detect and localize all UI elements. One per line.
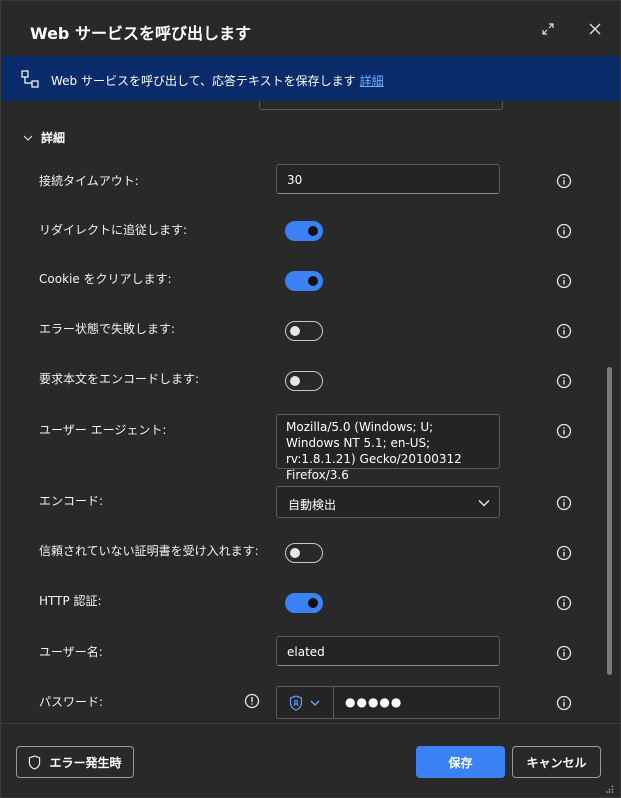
encoding-dropdown[interactable]: 自動検出 (276, 486, 500, 518)
password-label: パスワード: (39, 695, 104, 709)
cancel-button[interactable]: キャンセル (512, 746, 601, 778)
info-icon[interactable] (556, 173, 572, 189)
info-icon[interactable] (556, 273, 572, 289)
encoding-label: エンコード: (39, 494, 104, 508)
parameters-panel: 詳細 接続タイムアウト: 30 リダイレクトに追従します: Cookie をクリ… (1, 101, 620, 723)
chevron-down-icon (23, 135, 33, 141)
encode-body-toggle[interactable] (285, 371, 323, 391)
password-input[interactable]: ●●●●● (345, 695, 402, 709)
dialog-title: Web サービスを呼び出します (30, 24, 251, 43)
resize-grip-icon[interactable] (606, 785, 614, 793)
close-button[interactable] (581, 15, 609, 43)
clear-cookies-label: Cookie をクリアします: (39, 272, 172, 286)
expand-button[interactable] (534, 15, 562, 43)
toggle-knob (290, 376, 300, 386)
dialog-footer: エラー発生時 保存 キャンセル (1, 723, 620, 798)
info-icon[interactable] (556, 323, 572, 339)
scrollbar[interactable] (607, 367, 612, 675)
timeout-label: 接続タイムアウト: (39, 174, 139, 188)
info-icon[interactable] (556, 645, 572, 661)
info-icon[interactable] (556, 695, 572, 711)
shield-icon (29, 754, 41, 770)
info-icon[interactable] (556, 423, 572, 439)
user-agent-label: ユーザー エージェント: (39, 423, 167, 437)
section-label: 詳細 (41, 131, 66, 145)
info-icon[interactable] (556, 595, 572, 611)
encoding-value: 自動検出 (288, 498, 337, 512)
banner-text: Web サービスを呼び出して、応答テキストを保存します 詳細 (51, 74, 384, 88)
fail-on-error-toggle[interactable] (285, 321, 323, 341)
info-icon[interactable] (556, 545, 572, 561)
save-button[interactable]: 保存 (416, 746, 505, 778)
dialog: Web サービスを呼び出します Web サービスを呼び出して、応答テキストを保存… (0, 0, 621, 798)
title-bar: Web サービスを呼び出します (1, 1, 620, 56)
shield-icon (289, 694, 303, 711)
toggle-knob (290, 548, 300, 558)
learn-more-link[interactable]: 詳細 (360, 74, 384, 88)
info-icon[interactable] (556, 373, 572, 389)
info-icon[interactable] (556, 223, 572, 239)
encode-body-label: 要求本文をエンコードします: (39, 372, 200, 386)
password-field: ●●●●● (276, 686, 500, 719)
accept-untrusted-label: 信頼されていない証明書を受け入れます: (39, 544, 259, 558)
http-auth-label: HTTP 認証: (39, 594, 102, 608)
toggle-knob (308, 226, 318, 236)
username-input[interactable]: elated (276, 636, 500, 666)
flow-icon (21, 70, 39, 88)
expand-icon (542, 23, 554, 35)
on-error-button[interactable]: エラー発生時 (16, 746, 134, 778)
toggle-knob (308, 276, 318, 286)
on-error-label: エラー発生時 (49, 755, 122, 770)
user-agent-input[interactable]: Mozilla/5.0 (Windows; U; Windows NT 5.1;… (276, 414, 500, 482)
accept-untrusted-toggle[interactable] (285, 543, 323, 563)
credential-type-dropdown[interactable] (277, 687, 334, 718)
close-icon (589, 23, 601, 35)
clear-cookies-toggle[interactable] (285, 271, 323, 291)
http-auth-toggle[interactable] (285, 593, 323, 613)
warning-icon[interactable] (244, 693, 260, 709)
follow-redirects-toggle[interactable] (285, 221, 323, 241)
fail-on-error-label: エラー状態で失敗します: (39, 322, 176, 336)
chevron-down-icon (478, 500, 490, 507)
toggle-knob (308, 598, 318, 608)
toggle-knob (290, 326, 300, 336)
info-banner: Web サービスを呼び出して、応答テキストを保存します 詳細 (1, 56, 620, 101)
chevron-down-icon (310, 700, 320, 706)
username-label: ユーザー名: (39, 645, 103, 659)
partial-input-field[interactable] (259, 101, 503, 110)
advanced-section-toggle[interactable]: 詳細 (23, 129, 65, 146)
follow-redirects-label: リダイレクトに追従します: (39, 223, 188, 237)
info-icon[interactable] (556, 495, 572, 511)
timeout-input[interactable]: 30 (276, 164, 500, 194)
